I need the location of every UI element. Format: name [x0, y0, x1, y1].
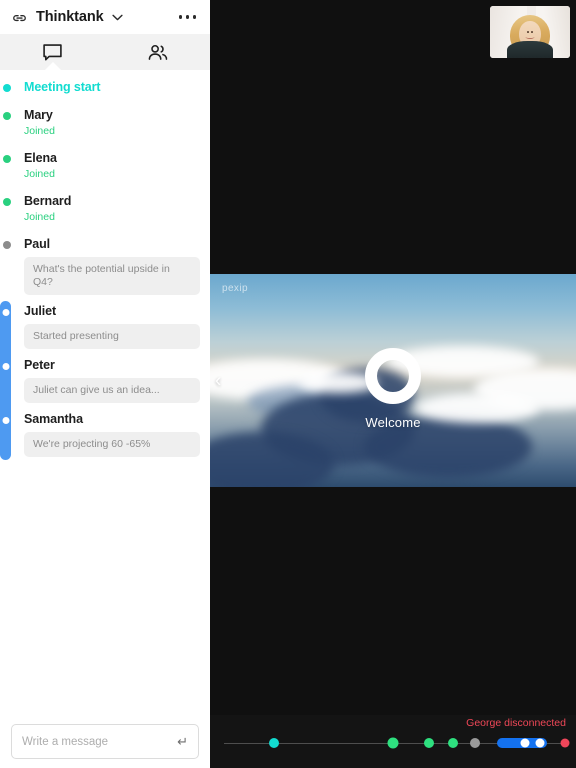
sender-name: Elena: [24, 151, 57, 165]
sender-name: Juliet: [24, 304, 57, 318]
presence-dot: [2, 155, 11, 163]
chat-entry-list: Meeting start Mary Joined Elena Joined Bernar…: [0, 80, 210, 467]
avatar-mouth: [525, 35, 535, 40]
chat-entry: Mary Joined: [0, 108, 210, 138]
enter-return-icon[interactable]: ↵: [177, 735, 188, 748]
presentation-slide[interactable]: pexip Welcome ‹: [210, 274, 576, 487]
timeline-marker[interactable]: [423, 738, 434, 748]
people-icon: [148, 44, 167, 60]
timeline-marker[interactable]: [520, 738, 530, 748]
page-title: Thinktank: [36, 9, 104, 25]
dot: [178, 15, 182, 19]
presence-dot: [2, 112, 11, 120]
timeline-marker[interactable]: [268, 738, 279, 748]
video-stage: pexip Welcome ‹ George disconnected 1 hr…: [210, 0, 576, 768]
message-input-placeholder[interactable]: Write a message: [22, 736, 177, 748]
message-bubble: We're projecting 60 -65%: [24, 432, 200, 457]
sender-name: Peter: [24, 358, 55, 372]
chevron-down-icon[interactable]: [111, 14, 123, 21]
presence-dot: [2, 241, 11, 249]
app-root: Thinktank Meeting start Mary Joined Elen…: [0, 0, 576, 768]
more-options-button[interactable]: [176, 9, 200, 25]
self-view-thumbnail[interactable]: [490, 6, 570, 58]
link-icon: [13, 14, 26, 21]
avatar-body: [507, 41, 553, 58]
message-bubble: What's the potential upside in Q4?: [24, 257, 200, 295]
presence-dot: [2, 198, 11, 206]
sender-name: Bernard: [24, 194, 72, 208]
tab-chat[interactable]: [0, 34, 105, 70]
pexip-watermark: pexip: [222, 283, 248, 294]
chat-entry: Peter Juliet can give us an idea...: [0, 358, 210, 403]
message-composer: Write a message ↵: [0, 715, 210, 768]
timeline-marker[interactable]: [470, 738, 481, 748]
join-status: Joined: [24, 168, 55, 180]
slide-caption: Welcome: [365, 414, 421, 430]
chat-entry: Bernard Joined: [0, 194, 210, 224]
event-label: Meeting start: [24, 80, 101, 94]
dot: [185, 15, 189, 19]
ring-logo-icon: [365, 348, 421, 405]
message-bubble: Started presenting: [24, 324, 200, 349]
panel-tabbar: [0, 34, 210, 70]
panel-header: Thinktank: [0, 0, 210, 34]
timeline-marker[interactable]: [387, 737, 399, 749]
timeline-marker[interactable]: [535, 738, 545, 748]
sender-name: Paul: [24, 237, 50, 251]
chat-entry: Elena Joined: [0, 151, 210, 181]
presence-dot: [2, 84, 11, 92]
dot: [192, 15, 196, 19]
sender-name: Samantha: [24, 412, 83, 426]
chat-entry: Samantha We're projecting 60 -65%: [0, 412, 210, 457]
avatar-eye-right: [530, 31, 534, 34]
meeting-timeline: George disconnected 1 hr00:48:1615 mins1…: [210, 715, 576, 768]
message-bubble: Juliet can give us an idea...: [24, 378, 200, 403]
chat-entry: Paul What's the potential upside in Q4?: [0, 237, 210, 295]
chat-panel: Thinktank Meeting start Mary Joined Elen…: [0, 0, 210, 768]
cloud: [414, 393, 540, 424]
chat-entry: Juliet Started presenting: [0, 304, 210, 349]
chat-bubble-icon: [43, 43, 62, 60]
timeline-marker[interactable]: [447, 738, 458, 748]
avatar-eye-left: [526, 31, 530, 34]
chat-scroll-area[interactable]: Meeting start Mary Joined Elena Joined Bernar…: [0, 70, 210, 715]
tab-participants[interactable]: [105, 34, 210, 70]
chat-system-event: Meeting start: [0, 80, 210, 95]
timeline-marker[interactable]: [560, 738, 570, 748]
join-status: Joined: [24, 125, 55, 137]
message-input-wrapper[interactable]: Write a message ↵: [11, 724, 199, 759]
sender-name: Mary: [24, 108, 53, 122]
previous-slide-button[interactable]: ‹: [215, 371, 221, 390]
timeline-track[interactable]: 1 hr00:48:1615 mins1 min08:01:26: [224, 737, 570, 749]
join-status: Joined: [24, 211, 55, 223]
disconnect-alert: George disconnected: [466, 717, 566, 729]
